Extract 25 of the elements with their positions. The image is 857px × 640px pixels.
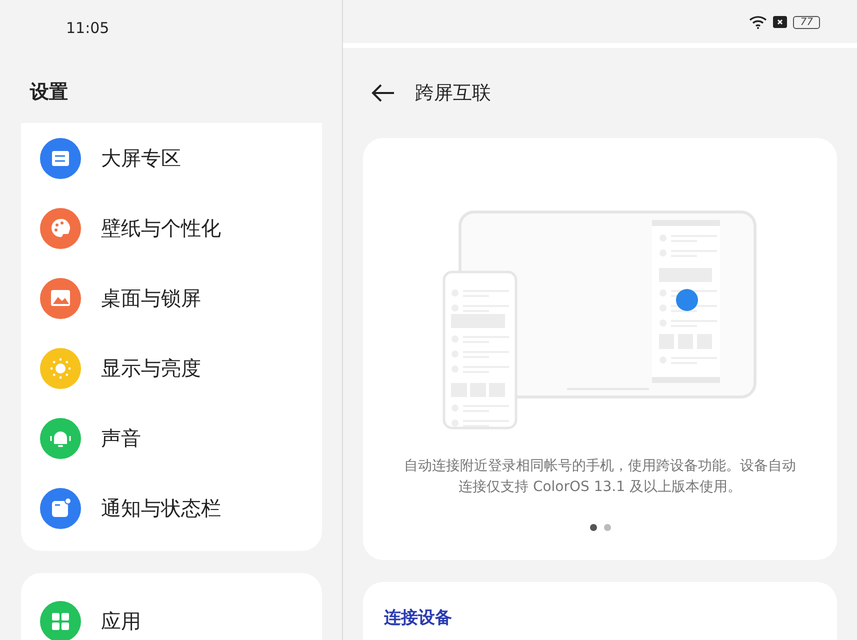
back-icon[interactable]: [371, 84, 395, 102]
wifi-icon: [749, 15, 768, 30]
settings-item[interactable]: 显示与亮度: [21, 333, 322, 403]
settings-item-label: 声音: [101, 424, 141, 452]
settings-item[interactable]: 大屏专区: [21, 123, 322, 193]
settings-item-label: 桌面与锁屏: [101, 284, 201, 312]
settings-item-label: 应用: [101, 608, 141, 634]
sidebar-title: 设置: [30, 80, 69, 105]
settings-item[interactable]: 应用: [21, 586, 322, 640]
section-title: 连接设备: [384, 608, 452, 628]
settings-item[interactable]: 通知与状态栏: [21, 473, 322, 543]
page-title: 跨屏互联: [415, 81, 491, 106]
settings-item[interactable]: 壁纸与个性化: [21, 193, 322, 263]
settings-item-label: 显示与亮度: [101, 354, 201, 382]
settings-item[interactable]: 桌面与锁屏: [21, 263, 322, 333]
battery-level: 77: [793, 16, 820, 29]
status-time: 11:05: [66, 19, 110, 37]
page-dot[interactable]: [590, 524, 596, 531]
close-icon: [773, 16, 788, 28]
settings-item-label: 通知与状态栏: [101, 494, 221, 522]
settings-item[interactable]: 声音: [21, 403, 322, 473]
page-dot[interactable]: [604, 524, 610, 531]
description: 自动连接附近登录相同帐号的手机，使用跨设备功能。设备自动连接仅支持 ColorOS 13.1 及以上版本使用。: [403, 456, 797, 497]
settings-item-label: 大屏专区: [101, 144, 181, 172]
settings-item-label: 壁纸与个性化: [101, 214, 221, 242]
